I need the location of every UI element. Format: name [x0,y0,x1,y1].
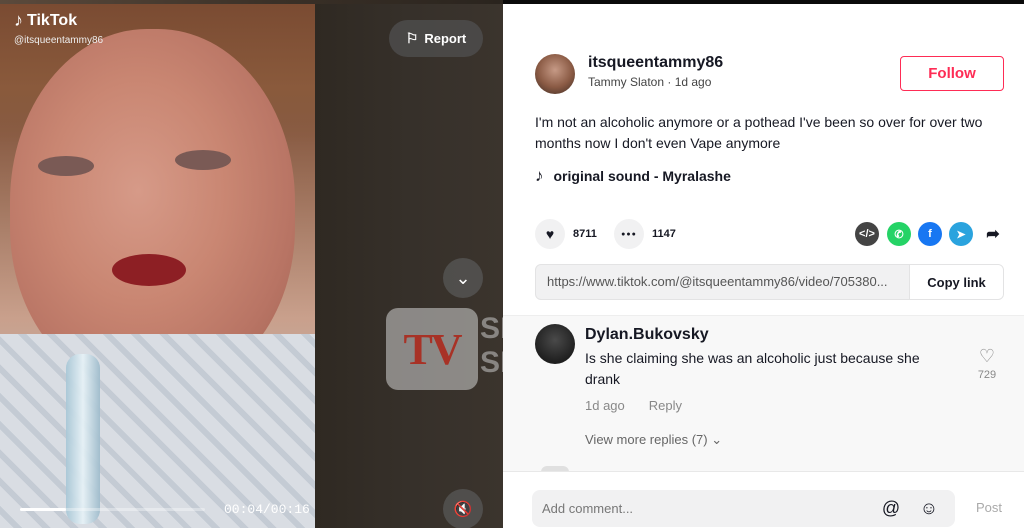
comment-list[interactable]: Dylan.Bukovsky Is she claiming she was a… [503,315,1024,472]
comment-like-count: 729 [977,369,997,381]
sound-link[interactable]: ♪ original sound - Myralashe [535,166,731,186]
share-link-box: https://www.tiktok.com/@itsqueentammy86/… [535,264,1004,300]
muted-speaker-icon: 🔇 [453,501,473,518]
comment-stat[interactable]: ●●● 1147 [614,219,676,249]
author-avatar[interactable] [535,54,575,94]
watermark-text: SEASO SPOIL [480,312,503,380]
heart-icon[interactable]: ♥ [535,219,565,249]
author-text: itsqueentammy86 Tammy Slaton · 1d ago [588,54,723,94]
commenter-avatar[interactable] [535,324,575,364]
video-caption: I'm not an alcoholic anymore or a pothea… [535,114,983,151]
like-stat[interactable]: ♥ 8711 [535,219,597,249]
video-handle: @itsqueentammy86 [14,35,104,46]
comment-input[interactable] [532,501,879,516]
heart-outline-icon[interactable]: ♡ [973,346,1001,367]
video-player[interactable]: ♪ TikTok @itsqueentammy86 ⚐ Report ⌄ TV … [0,0,503,528]
post-time: 1d ago [674,75,712,89]
facebook-icon[interactable]: f [918,222,942,246]
video-progress-fill [20,508,67,511]
copy-link-button[interactable]: Copy link [909,265,1003,299]
video-eye-right [175,150,231,170]
like-count: 8711 [573,228,597,240]
video-progress-bar[interactable] [20,508,205,511]
video-frame [0,4,315,528]
comment-like[interactable]: ♡ 729 [973,346,1001,381]
view-more-replies[interactable]: View more replies (7) ⌄ [585,432,722,448]
comment-time: 1d ago [585,398,625,413]
embed-icon[interactable]: </> [855,222,879,246]
comment-text: Is she claiming she was an alcoholic jus… [585,350,920,387]
telegram-icon[interactable]: ➤ [949,222,973,246]
flag-icon: ⚐ [405,30,419,46]
view-more-replies-label: View more replies (7) [585,432,708,447]
mute-button[interactable]: 🔇 [443,489,483,528]
watermark-line: SPOIL [480,346,503,379]
emoji-icon[interactable]: ☺ [917,498,941,519]
next-video-button[interactable]: ⌄ [443,258,483,298]
video-eye-left [38,156,94,176]
watermark-logo: TV [386,308,478,390]
comment-composer: @ ☺ Post [503,471,1024,528]
author-display-name: Tammy Slaton [588,75,665,89]
share-arrow-icon[interactable]: ➦ [981,222,1005,246]
comment-meta: 1d ago Reply [585,398,682,413]
video-gown [0,334,315,528]
video-link[interactable]: https://www.tiktok.com/@itsqueentammy86/… [536,265,909,299]
tiktok-note-icon: ♪ [14,10,23,30]
sound-name: original sound - Myralashe [553,168,731,184]
report-button[interactable]: ⚐ Report [389,20,483,57]
details-panel: itsqueentammy86 Tammy Slaton · 1d ago Fo… [503,4,1024,528]
report-label: Report [424,31,467,46]
follow-button[interactable]: Follow [900,56,1004,91]
music-note-icon: ♪ [535,166,544,185]
author-subline: Tammy Slaton · 1d ago [588,75,723,89]
whatsapp-icon[interactable]: ✆ [887,222,911,246]
tiktok-wordmark: TikTok [27,11,78,29]
comment-input-box[interactable]: @ ☺ [532,490,955,527]
post-button[interactable]: Post [976,500,1002,515]
watermark-line: SEASO [480,312,503,345]
comment-bubble-icon[interactable]: ●●● [614,219,644,249]
commenter-name[interactable]: Dylan.Bukovsky [585,326,709,344]
chevron-down-icon: ⌄ [711,432,723,447]
video-time: 00:04/00:16 [224,502,310,517]
reply-button[interactable]: Reply [649,398,682,413]
video-lips [112,254,186,286]
author-username[interactable]: itsqueentammy86 [588,54,723,72]
comment-count: 1147 [652,228,676,240]
author-info[interactable]: itsqueentammy86 Tammy Slaton · 1d ago [535,54,723,94]
mention-icon[interactable]: @ [879,498,903,519]
tiktok-video-page: ♪ TikTok @itsqueentammy86 ⚐ Report ⌄ TV … [0,0,1024,528]
video-tube [66,354,100,524]
tiktok-logo: ♪ TikTok [14,10,77,31]
separator: · [664,75,675,89]
chevron-down-icon: ⌄ [455,267,471,288]
